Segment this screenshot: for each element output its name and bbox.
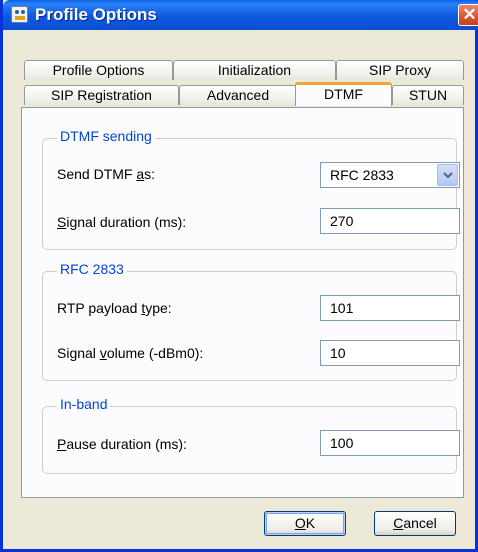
tab-label: STUN [408, 87, 448, 103]
tab-label: SIP Proxy [369, 62, 431, 78]
close-icon: ✕ [462, 5, 477, 24]
profile-options-dialog: Profile Options ✕ Profile Options Initia… [0, 0, 478, 552]
group-legend: DTMF sending [57, 128, 155, 144]
cancel-button[interactable]: Cancel [374, 511, 456, 536]
rtp-payload-type-label: RTP payload type: [57, 300, 172, 316]
tab-initialization[interactable]: Initialization [173, 60, 336, 80]
selected-value: RFC 2833 [330, 167, 394, 183]
tab-profile-options[interactable]: Profile Options [24, 60, 173, 80]
signal-duration-label: Signal duration (ms): [57, 214, 187, 230]
signal-volume-input[interactable]: 10 [320, 340, 460, 366]
rfc2833-group: RFC 2833 RTP payload type: 101 Signal vo… [42, 261, 460, 381]
in-band-group: In-band Pause duration (ms): 100 [42, 396, 460, 474]
group-legend: In-band [57, 396, 111, 412]
send-dtmf-as-select[interactable]: RFC 2833 [320, 162, 460, 188]
close-button[interactable]: ✕ [458, 4, 478, 26]
tab-label: Advanced [206, 87, 270, 103]
tab-sip-proxy[interactable]: SIP Proxy [336, 60, 464, 80]
send-dtmf-as-label: Send DTMF as: [57, 166, 156, 182]
signal-duration-input[interactable]: 270 [320, 208, 460, 234]
app-icon [11, 6, 28, 23]
signal-volume-label: Signal volume (-dBm0): [57, 345, 204, 361]
tab-advanced[interactable]: Advanced [179, 85, 297, 105]
tab-sip-registration[interactable]: SIP Registration [24, 85, 179, 105]
tab-label: DTMF [324, 86, 363, 102]
dtmf-tab-panel: DTMF sending Send DTMF as: RFC 2833 Sign… [21, 107, 464, 498]
title-bar[interactable]: Profile Options ✕ [3, 0, 478, 30]
pause-duration-label: Pause duration (ms): [57, 436, 187, 452]
tab-label: Profile Options [52, 62, 145, 78]
tab-label: Initialization [217, 62, 292, 78]
rtp-payload-type-input[interactable]: 101 [320, 295, 460, 321]
window-title: Profile Options [35, 5, 157, 24]
tab-label: SIP Registration [51, 87, 152, 103]
tab-dtmf[interactable]: DTMF [295, 82, 392, 106]
ok-button[interactable]: OK [264, 511, 346, 536]
dtmf-sending-group: DTMF sending Send DTMF as: RFC 2833 Sign… [42, 128, 460, 250]
pause-duration-input[interactable]: 100 [320, 430, 460, 456]
group-legend: RFC 2833 [57, 261, 127, 277]
tab-stun[interactable]: STUN [392, 85, 464, 105]
chevron-down-icon[interactable] [437, 164, 458, 186]
